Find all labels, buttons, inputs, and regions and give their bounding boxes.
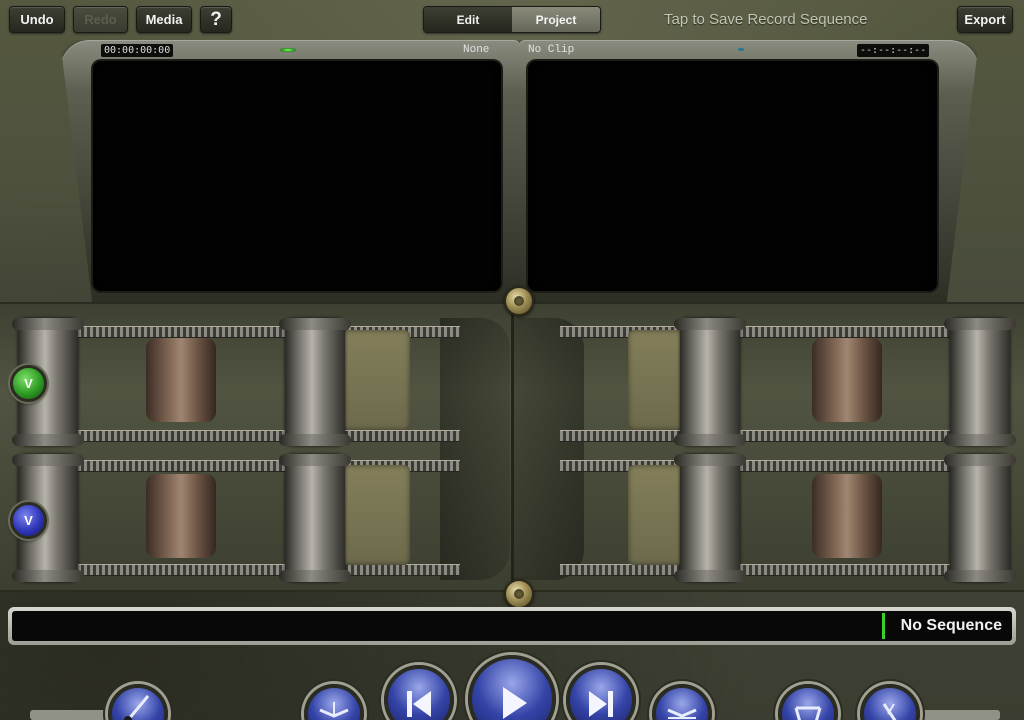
- record-timecode: --:--:--:--: [857, 44, 930, 57]
- extract-button[interactable]: [860, 684, 920, 720]
- help-button[interactable]: ?: [200, 6, 232, 33]
- right-tray: [920, 710, 1000, 720]
- left-tray: [30, 710, 120, 720]
- export-button[interactable]: Export: [957, 6, 1013, 33]
- left-film-gate: [440, 318, 510, 580]
- film-post: [944, 454, 1016, 582]
- play-icon: [503, 687, 527, 719]
- film-rail: [560, 326, 1000, 338]
- right-film-gate: [514, 318, 584, 580]
- sequence-name: No Sequence: [900, 617, 1002, 634]
- film-spool: [146, 338, 216, 422]
- media-button[interactable]: Media: [136, 6, 192, 33]
- brush-icon: [124, 695, 150, 720]
- film-post: [279, 318, 351, 446]
- film-post: [279, 454, 351, 582]
- lift-icon: [794, 706, 822, 720]
- top-brass-knob: [504, 286, 534, 316]
- deck-divider: [511, 302, 514, 592]
- brush-button[interactable]: [108, 684, 168, 720]
- help-label: ?: [210, 8, 222, 30]
- previous-edit-icon: [407, 691, 431, 717]
- video-track-1-toggle[interactable]: V: [10, 365, 47, 402]
- redo-button[interactable]: Redo: [73, 6, 128, 33]
- film-post: [674, 454, 746, 582]
- source-clip-name: None: [463, 44, 490, 56]
- film-spool: [812, 474, 882, 558]
- film-rail: [560, 430, 1000, 442]
- splice-button[interactable]: [304, 684, 364, 720]
- film-pad: [340, 330, 410, 430]
- film-rail: [560, 564, 1000, 576]
- film-rail: [30, 564, 460, 576]
- record-monitor[interactable]: [528, 61, 937, 291]
- source-monitor[interactable]: [93, 61, 501, 291]
- sequence-timeline[interactable]: No Sequence: [12, 611, 1012, 641]
- undo-button[interactable]: Undo: [9, 6, 65, 33]
- film-rail: [30, 430, 460, 442]
- overwrite-button[interactable]: [652, 684, 712, 720]
- record-status-light: [738, 48, 744, 51]
- overwrite-icon: [667, 708, 697, 719]
- film-spool: [146, 474, 216, 558]
- source-timecode: 00:00:00:00: [101, 44, 174, 57]
- save-record-sequence-hint[interactable]: Tap to Save Record Sequence: [664, 11, 867, 28]
- lift-button[interactable]: [778, 684, 838, 720]
- previous-edit-button[interactable]: [384, 665, 454, 720]
- playhead-marker[interactable]: [882, 613, 885, 639]
- tab-edit[interactable]: Edit: [424, 7, 512, 32]
- next-edit-button[interactable]: [566, 665, 636, 720]
- film-post: [944, 318, 1016, 446]
- play-button[interactable]: [468, 655, 556, 720]
- extract-icon: [882, 703, 897, 720]
- record-clip-name: No Clip: [528, 44, 575, 56]
- bottom-brass-knob: [504, 579, 534, 609]
- source-status-light: [280, 48, 296, 52]
- splice-icon: [319, 702, 349, 718]
- film-pad: [340, 465, 410, 565]
- tab-project[interactable]: Project: [512, 7, 600, 32]
- mode-tabs: Edit Project: [423, 6, 601, 33]
- next-edit-icon: [589, 691, 613, 717]
- video-track-2-toggle[interactable]: V: [10, 502, 47, 539]
- film-spool: [812, 338, 882, 422]
- film-rail: [560, 460, 1000, 472]
- film-post: [674, 318, 746, 446]
- sequence-bar[interactable]: No Sequence: [8, 607, 1016, 645]
